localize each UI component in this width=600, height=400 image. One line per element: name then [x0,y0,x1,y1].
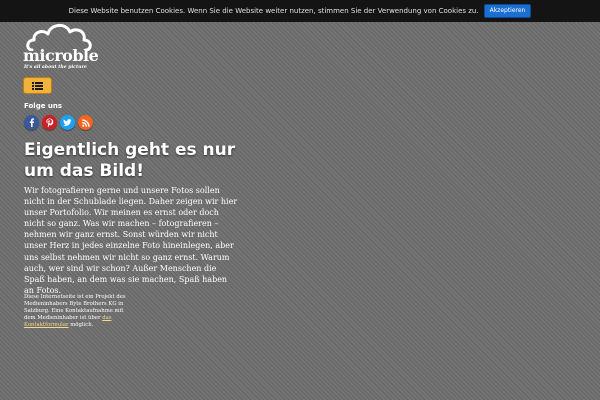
accept-cookies-button[interactable]: Akzeptieren [483,4,532,18]
twitter-icon[interactable] [60,115,75,130]
rss-icon[interactable] [78,115,93,130]
cookie-consent-bar: Diese Website benutzen Cookies. Wenn Sie… [0,0,600,22]
intro-paragraph: Wir fotografieren gerne und unsere Fotos… [24,186,238,295]
list-icon [32,81,43,90]
social-links [24,115,93,130]
logo-wordmark: microble [23,46,99,65]
cookie-notice-text: Diese Website benutzen Cookies. Wenn Sie… [68,7,479,15]
logo-tagline: It's all about the picture [24,65,87,70]
pinterest-icon[interactable] [42,115,57,130]
menu-toggle-button[interactable] [23,77,52,94]
follow-us-label: Folge uns [24,102,63,110]
site-logo[interactable]: microble It's all about the picture [23,21,99,73]
facebook-icon[interactable] [24,115,39,130]
page-headline: Eigentlich geht es nur um das Bild! [24,140,236,181]
imprint-text-end: möglich. [68,322,94,329]
imprint-note: Diese Internetseite ist ein Projekt des … [24,294,132,329]
